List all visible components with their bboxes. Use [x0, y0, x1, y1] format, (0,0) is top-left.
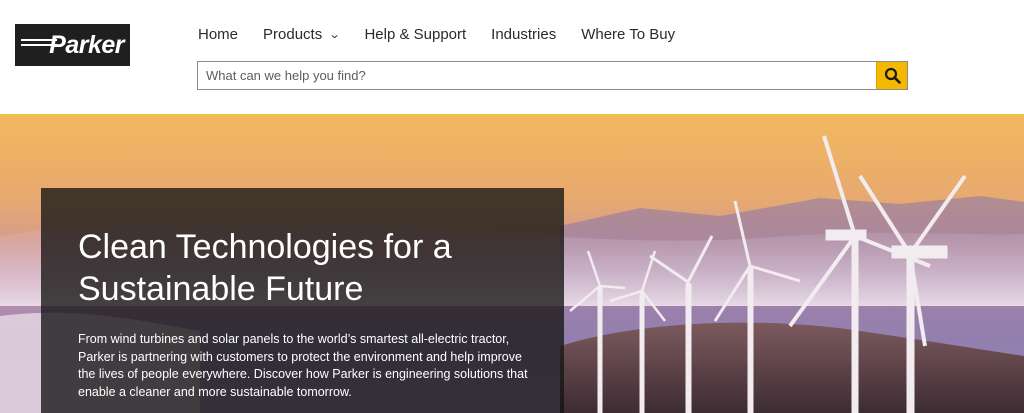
nav-where-to-buy[interactable]: Where To Buy [581, 26, 675, 43]
nav-products-label: Products [263, 25, 323, 43]
search-input[interactable] [198, 62, 876, 89]
logo-stripes-icon [21, 39, 57, 51]
hero-title-line-1: Clean Technologies for a [78, 228, 452, 266]
nav-home[interactable]: Home [198, 26, 238, 43]
hero-title-line-2: Sustainable Future [78, 270, 364, 308]
search-bar [197, 61, 908, 90]
nav-home-label: Home [198, 25, 239, 43]
hero-description: From wind turbines and solar panels to t… [78, 332, 528, 399]
site-header: Parker Home Products ⌄ Help & Support Ind… [0, 0, 1024, 116]
hero-text-panel: Clean Technologies for a Sustainable Fut… [41, 188, 564, 413]
nav-industries-label: Industries [491, 25, 557, 43]
search-icon [884, 67, 901, 84]
nav-help-support[interactable]: Help & Support [364, 26, 466, 43]
hero-title: Clean Technologies for a Sustainable Fut… [78, 226, 548, 310]
hero-banner: Clean Technologies for a Sustainable Fut… [0, 116, 1024, 413]
search-button[interactable] [876, 62, 907, 89]
nav-industries[interactable]: Industries [491, 26, 556, 43]
chevron-down-icon: ⌄ [328, 28, 341, 41]
nav-help-support-label: Help & Support [364, 25, 467, 43]
main-nav: Home Products ⌄ Help & Support Industries… [198, 24, 700, 44]
nav-where-to-buy-label: Where To Buy [581, 25, 676, 43]
nav-products[interactable]: Products ⌄ [263, 25, 341, 43]
logo-text: Parker [49, 30, 124, 59]
parker-logo[interactable]: Parker [15, 24, 130, 66]
